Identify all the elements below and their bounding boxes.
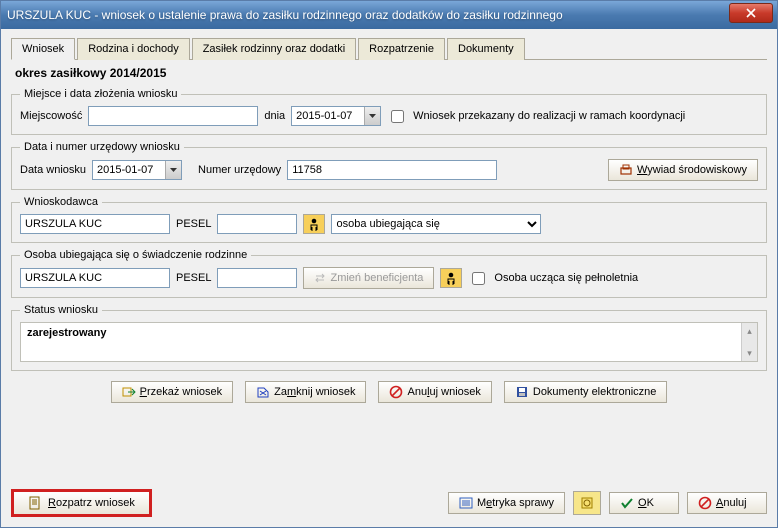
label-pelnoletnia: Osoba ucząca się pełnoletnia (494, 272, 638, 284)
legend-status: Status wniosku (20, 304, 102, 316)
legend-miejsce: Miejsce i data złożenia wniosku (20, 88, 181, 100)
date-dnia-input[interactable] (292, 107, 364, 125)
cancel-icon (389, 385, 403, 399)
fieldset-osoba: Osoba ubiegająca się o świadczenie rodzi… (11, 249, 767, 298)
fieldset-wnioskodawca: Wnioskodawca PESEL osoba ubiegająca się (11, 196, 767, 243)
label-numer: Numer urzędowy (198, 164, 281, 176)
chevron-down-icon[interactable] (364, 107, 380, 125)
person-icon-button-1[interactable] (303, 214, 325, 234)
list-icon (459, 496, 473, 510)
status-value: zarejestrowany (27, 327, 106, 339)
dokumenty-button[interactable]: Dokumenty elektroniczne (504, 381, 668, 403)
wywiad-button[interactable]: Wywiad środowiskowy (608, 159, 758, 181)
input-pesel-2[interactable] (217, 268, 297, 288)
bottom-bar: Rozpatrz wniosek Metryka sprawy OK Anulu… (11, 489, 767, 517)
checkbox-koordynacja[interactable] (391, 110, 404, 123)
checkbox-pelnoletnia[interactable] (472, 272, 485, 285)
tab-zasilek[interactable]: Zasiłek rodzinny oraz dodatki (192, 38, 356, 60)
period-label: okres zasiłkowy 2014/2015 (15, 66, 767, 80)
zmien-beneficjenta-button: Zmień beneficjenta (303, 267, 434, 289)
check-icon (620, 497, 634, 509)
chevron-down-icon[interactable] (165, 161, 181, 179)
tab-rozpatrzenie[interactable]: Rozpatrzenie (358, 38, 445, 60)
tab-rodzina[interactable]: Rodzina i dochody (77, 38, 190, 60)
legend-wnioskodawca: Wnioskodawca (20, 196, 102, 208)
tab-bar: Wniosek Rodzina i dochody Zasiłek rodzin… (11, 37, 767, 60)
person-icon (445, 271, 457, 285)
save-icon (515, 385, 529, 399)
cancel-icon (698, 496, 712, 510)
swap-icon (314, 272, 326, 284)
tab-wniosek[interactable]: Wniosek (11, 38, 75, 60)
date-dnia[interactable] (291, 106, 381, 126)
close-button[interactable] (729, 3, 773, 23)
scroll-up-icon[interactable]: ▴ (742, 323, 757, 339)
tool-icon-button[interactable] (573, 491, 601, 515)
zamknij-button[interactable]: Zamknij wniosek (245, 381, 366, 403)
tab-dokumenty[interactable]: Dokumenty (447, 38, 525, 60)
label-dnia: dnia (264, 110, 285, 122)
window-title: URSZULA KUC - wniosek o ustalenie prawa … (7, 8, 729, 22)
label-data-wniosku: Data wniosku (20, 164, 86, 176)
person-icon (308, 217, 320, 231)
date-wniosku-input[interactable] (93, 161, 165, 179)
fieldset-miejsce: Miejsce i data złożenia wniosku Miejscow… (11, 88, 767, 135)
label-pesel-2: PESEL (176, 272, 211, 284)
input-wnioskodawca-name[interactable] (20, 214, 170, 234)
document-icon (28, 496, 44, 510)
close-folder-icon (256, 385, 270, 399)
status-text-area: zarejestrowany ▴ ▾ (20, 322, 758, 362)
printer-icon (619, 164, 633, 176)
rozpatrz-button[interactable]: Rozpatrz wniosek (11, 489, 152, 517)
input-numer[interactable] (287, 160, 497, 180)
input-miejscowosc[interactable] (88, 106, 258, 126)
label-koordynacja: Wniosek przekazany do realizacji w ramac… (413, 110, 685, 122)
forward-icon (122, 385, 136, 399)
fieldset-data-numer: Data i numer urzędowy wniosku Data wnios… (11, 141, 767, 190)
fieldset-status: Status wniosku zarejestrowany ▴ ▾ (11, 304, 767, 371)
date-wniosku[interactable] (92, 160, 182, 180)
anuluj-button[interactable]: Anuluj (687, 492, 767, 514)
label-pesel-1: PESEL (176, 218, 211, 230)
label-miejscowosc: Miejscowość (20, 110, 82, 122)
action-row: Przekaż wniosek Zamknij wniosek Anuluj w… (11, 381, 767, 403)
input-osoba-name[interactable] (20, 268, 170, 288)
person-icon-button-2[interactable] (440, 268, 462, 288)
input-pesel-1[interactable] (217, 214, 297, 234)
scroll-down-icon[interactable]: ▾ (742, 345, 757, 361)
titlebar: URSZULA KUC - wniosek o ustalenie prawa … (1, 1, 777, 29)
anuluj-wniosek-button[interactable]: Anuluj wniosek (378, 381, 491, 403)
ok-button[interactable]: OK (609, 492, 679, 514)
tool-icon (579, 495, 595, 511)
legend-osoba: Osoba ubiegająca się o świadczenie rodzi… (20, 249, 251, 261)
select-role[interactable]: osoba ubiegająca się (331, 214, 541, 234)
legend-data-numer: Data i numer urzędowy wniosku (20, 141, 184, 153)
przekaz-button[interactable]: Przekaż wniosek (111, 381, 234, 403)
metryka-button[interactable]: Metryka sprawy (448, 492, 565, 514)
scrollbar[interactable]: ▴ ▾ (741, 323, 757, 361)
